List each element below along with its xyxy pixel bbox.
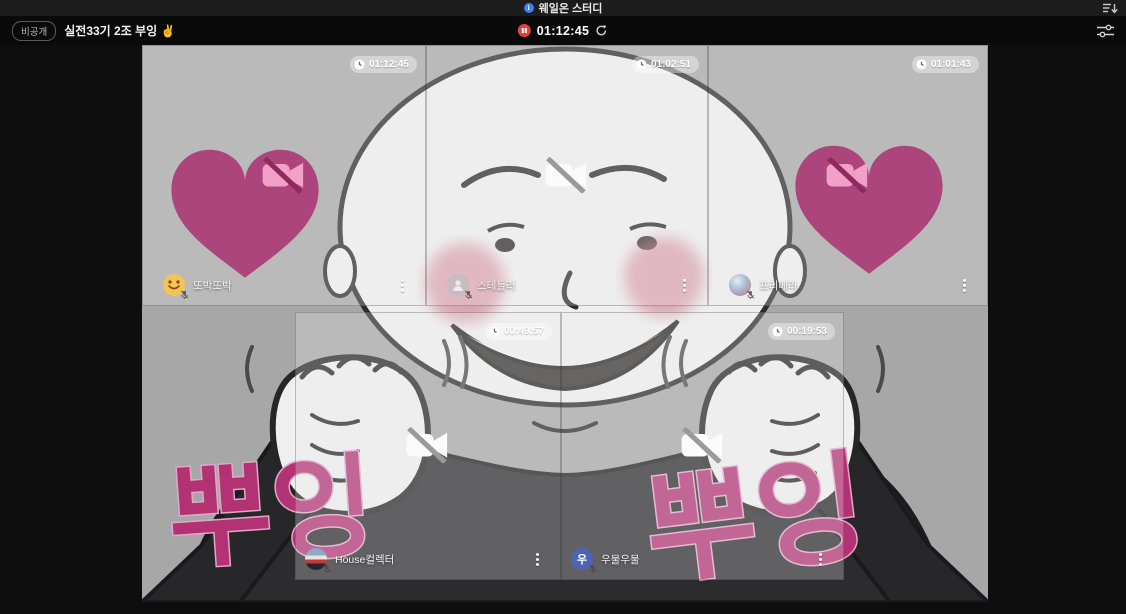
window-title-text: 웨일온 스터디	[539, 0, 603, 16]
study-timer-badge: 01:01:43	[912, 56, 979, 73]
avatar: 우	[571, 548, 593, 570]
study-timer-badge: 00:19:53	[768, 323, 835, 340]
study-timer-badge: 01:02:51	[632, 56, 699, 73]
refresh-icon[interactable]	[595, 24, 608, 37]
clock-icon	[916, 59, 927, 70]
avatar	[447, 274, 469, 296]
privacy-badge: 비공개	[12, 21, 56, 41]
study-timer-badge: 01:12:45	[350, 56, 417, 73]
participant-name-row: 우 우물우물	[571, 548, 640, 570]
clock-icon	[354, 59, 365, 70]
filters-icon[interactable]	[1097, 24, 1114, 38]
participant-tile[interactable]: 00:19:53 우 우물우물	[561, 312, 844, 580]
study-timer-value: 01:02:51	[651, 59, 691, 70]
camera-off-icon	[261, 157, 307, 193]
avatar	[729, 274, 751, 296]
participant-tile[interactable]: 01:02:51 스테들러	[426, 45, 708, 306]
heart-image	[789, 130, 949, 280]
person-silhouette-icon	[451, 278, 465, 292]
mic-muted-badge-icon	[180, 290, 189, 299]
clock-icon	[636, 59, 647, 70]
mic-muted-badge-icon	[464, 290, 473, 299]
participant-name: 또박또박	[193, 278, 232, 293]
session-timer-value: 01:12:45	[537, 24, 589, 38]
participant-tile[interactable]: 01:12:45 또박또박	[142, 45, 426, 306]
pause-icon[interactable]	[518, 24, 531, 37]
mic-muted-badge-icon	[588, 564, 597, 573]
room-title: 실전33기 2조 부잉 ✌️	[64, 22, 175, 39]
avatar-initial: 우	[577, 551, 587, 567]
participant-name: House컬렉터	[335, 552, 394, 567]
more-options-button[interactable]	[534, 549, 541, 570]
camera-off-icon	[680, 427, 726, 463]
camera-off-icon	[825, 157, 871, 193]
more-options-button[interactable]	[399, 275, 406, 296]
window-title-bar: i 웨일온 스터디	[0, 0, 1126, 16]
window-title: i 웨일온 스터디	[524, 0, 603, 16]
study-timer-value: 00:19:53	[787, 326, 827, 337]
avatar	[305, 548, 327, 570]
clock-icon	[489, 326, 500, 337]
participant-name: 우물우물	[601, 552, 640, 567]
clock-icon	[772, 326, 783, 337]
participant-name-row: 스테들러	[447, 274, 516, 296]
session-timer-group: 01:12:45	[518, 16, 608, 45]
camera-off-icon	[405, 427, 451, 463]
more-options-button[interactable]	[817, 549, 824, 570]
more-options-button[interactable]	[681, 275, 688, 296]
study-timer-badge: 00:49:57	[485, 323, 552, 340]
study-timer-value: 00:49:57	[504, 326, 544, 337]
participant-tile[interactable]: 00:49:57 House컬렉터	[295, 312, 561, 580]
video-grid-stage: 뿌잉 뿌잉 01:12:45	[0, 45, 1126, 614]
room-toolbar: 비공개 실전33기 2조 부잉 ✌️ 01:12:45	[0, 16, 1126, 45]
participant-name: 프리메라	[759, 278, 798, 293]
participant-tile[interactable]: 01:01:43 프리메라	[708, 45, 988, 306]
mic-muted-badge-icon	[746, 290, 755, 299]
camera-off-icon	[544, 157, 590, 193]
app-logo-icon: i	[524, 3, 534, 13]
participant-name-row: 또박또박	[163, 274, 232, 296]
avatar	[163, 274, 185, 296]
participant-name-row: House컬렉터	[305, 548, 394, 570]
more-options-button[interactable]	[961, 275, 968, 296]
sort-list-icon[interactable]	[1103, 3, 1118, 14]
participant-name-row: 프리메라	[729, 274, 798, 296]
mic-muted-badge-icon	[322, 564, 331, 573]
participant-name: 스테들러	[477, 278, 516, 293]
study-timer-value: 01:12:45	[369, 59, 409, 70]
study-timer-value: 01:01:43	[931, 59, 971, 70]
